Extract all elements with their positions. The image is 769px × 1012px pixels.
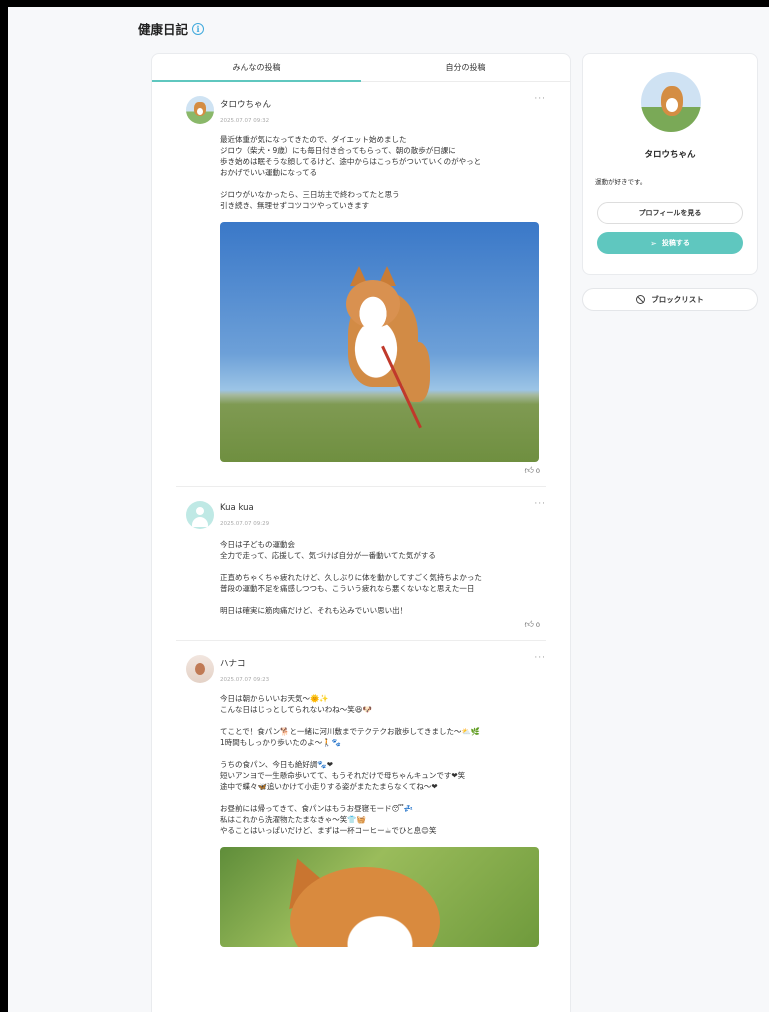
- avatar[interactable]: [186, 501, 214, 529]
- post-username[interactable]: Kua kua: [220, 503, 546, 513]
- feed-panel: みんなの投稿 自分の投稿 タロウちゃん 2025.07.07 09:32 ···…: [151, 53, 571, 1012]
- tab-my-posts[interactable]: 自分の投稿: [361, 54, 570, 81]
- post-item: ハナコ 2025.07.07 09:23 ··· 今日は朝からいいお天気〜🌞✨ …: [176, 641, 546, 957]
- create-post-label: 投稿する: [661, 239, 690, 247]
- post-text: 明日は確実に筋肉痛だけど、それも込みでいい思い出！: [220, 606, 408, 615]
- post-text: 今日は子どもの運動会 全力で走って、応援して、気づけば自分が一番動いてた気がする: [220, 540, 436, 560]
- like-button[interactable]: 👍︎ 0: [220, 620, 542, 630]
- post-text: てことで！食パン🐕と一緒に河川敷までテクテクお散歩してきました〜⛅🌿 1時間もし…: [220, 727, 481, 747]
- profile-card: タロウちゃん 運動が好きです。 プロフィールを見る ➢ 投稿する: [582, 53, 758, 275]
- post-text: ジロウがいなかったら、三日坊主で終わってたと思う 引き続き、無理せずコツコツやっ…: [220, 190, 400, 210]
- post-text: うちの食パン、今日も絶好調🐾❤ 短いアンヨで一生懸命歩いてて、もうそれだけで母ち…: [220, 760, 466, 791]
- app-frame: 健康日記 i みんなの投稿 自分の投稿 タロウちゃん 2025.07.07 09…: [8, 7, 769, 1012]
- create-post-button[interactable]: ➢ 投稿する: [597, 232, 743, 254]
- view-profile-label: プロフィールを見る: [638, 209, 702, 217]
- more-options-icon[interactable]: ···: [534, 94, 546, 104]
- post-text: 最近体重が気になってきたので、ダイエット始めました ジロウ（柴犬・9歳）にも毎日…: [220, 135, 482, 177]
- like-count: 0: [535, 621, 540, 629]
- post-text: 正直めちゃくちゃ疲れたけど、久しぶりに体を動かしてすごく気持ちよかった 普段の運…: [220, 573, 482, 593]
- post-timestamp: 2025.07.07 09:32: [220, 118, 270, 124]
- post-item: Kua kua 2025.07.07 09:29 ··· 今日は子どもの運動会 …: [176, 487, 546, 641]
- page-title: 健康日記 i: [138, 19, 205, 38]
- send-icon: ➢: [650, 238, 657, 248]
- like-button[interactable]: 👍︎ 0: [220, 466, 542, 476]
- post-item: タロウちゃん 2025.07.07 09:32 ··· 最近体重が気になってきた…: [176, 82, 546, 487]
- avatar[interactable]: [186, 96, 214, 124]
- post-text: 今日は朝からいいお天気〜🌞✨ こんな日はじっとしてられないわね〜笑😆🐶: [220, 694, 372, 714]
- profile-bio: 運動が好きです。: [595, 178, 647, 186]
- page-title-text: 健康日記: [138, 22, 189, 37]
- thumbs-up-icon: 👍︎: [524, 620, 534, 630]
- post-timestamp: 2025.07.07 09:23: [220, 677, 270, 683]
- post-username[interactable]: ハナコ: [220, 657, 546, 669]
- post-photo[interactable]: [220, 222, 539, 462]
- avatar[interactable]: [186, 655, 214, 683]
- profile-name: タロウちゃん: [644, 150, 696, 160]
- info-icon[interactable]: i: [192, 22, 205, 35]
- thumbs-up-icon: 👍︎: [524, 466, 534, 476]
- block-list-label: ブロックリスト: [651, 295, 704, 304]
- avatar[interactable]: [641, 72, 701, 132]
- more-options-icon[interactable]: ···: [534, 499, 546, 509]
- post-text: お昼前には帰ってきて、食パンはもうお昼寝モード😴💤 私はこれから洗濯物たたまなき…: [220, 804, 437, 835]
- post-photo[interactable]: [220, 847, 539, 947]
- ban-icon: [636, 295, 646, 304]
- tab-everyone-posts[interactable]: みんなの投稿: [152, 54, 361, 82]
- post-timestamp: 2025.07.07 09:29: [220, 521, 270, 527]
- feed-tabs: みんなの投稿 自分の投稿: [152, 54, 570, 82]
- view-profile-button[interactable]: プロフィールを見る: [597, 202, 743, 224]
- more-options-icon[interactable]: ···: [534, 653, 546, 663]
- like-count: 0: [535, 467, 540, 475]
- post-username[interactable]: タロウちゃん: [220, 98, 546, 110]
- block-list-button[interactable]: ブロックリスト: [582, 288, 758, 311]
